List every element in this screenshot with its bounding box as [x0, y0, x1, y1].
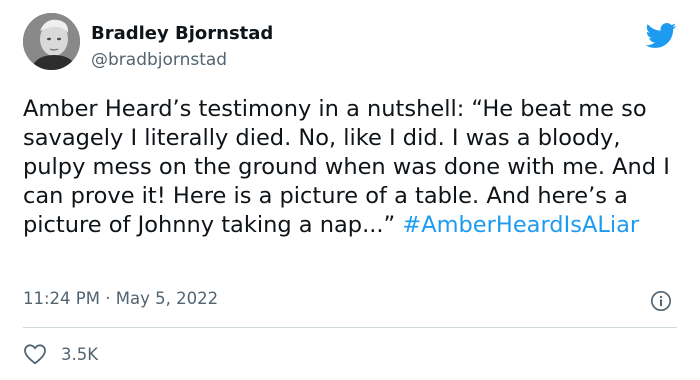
- tweet-text: Amber Heard’s testimony in a nutshell: “…: [23, 95, 683, 240]
- author-name[interactable]: Bradley Bjornstad: [91, 22, 273, 46]
- like-button[interactable]: 3.5K: [23, 342, 98, 366]
- heart-icon: [24, 344, 46, 365]
- meta-separator: ·: [99, 289, 116, 308]
- divider: [23, 327, 677, 328]
- info-icon[interactable]: [650, 290, 672, 312]
- hashtag-link[interactable]: #AmberHeardIsALiar: [402, 212, 639, 238]
- avatar-photo: [23, 13, 80, 70]
- twitter-bird-icon[interactable]: [644, 22, 677, 49]
- tweet-time: 11:24 PM: [23, 289, 100, 308]
- like-count: 3.5K: [61, 344, 99, 364]
- tweet-date: May 5, 2022: [115, 289, 219, 308]
- tweet-timestamp[interactable]: 11:24 PM · May 5, 2022: [23, 288, 218, 310]
- tweet-card: Bradley Bjornstad @bradbjornstad Amber H…: [0, 0, 700, 380]
- author-handle[interactable]: @bradbjornstad: [91, 49, 227, 71]
- avatar[interactable]: [23, 13, 80, 70]
